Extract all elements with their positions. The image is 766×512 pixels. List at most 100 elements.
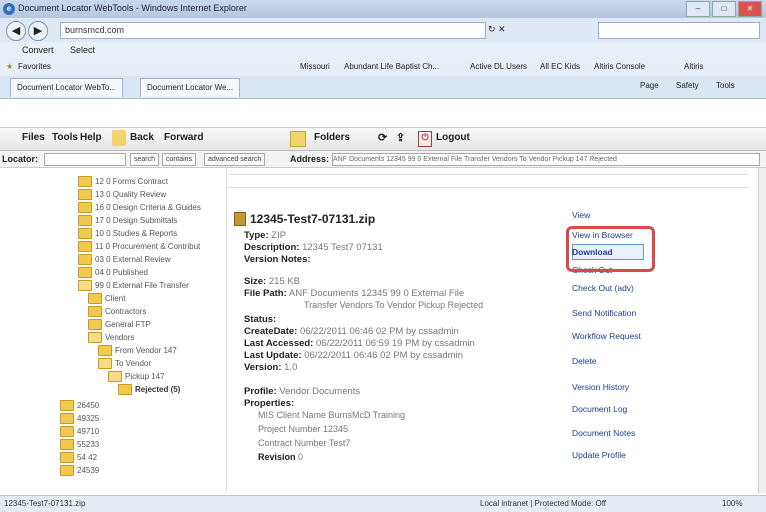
send-notification-link[interactable]: Send Notification [572,308,636,318]
refresh-icon[interactable]: ⟳ [378,131,387,144]
browser-tab[interactable]: Document Locator We... [140,78,241,97]
favorite-link[interactable]: Abundant Life Baptist Ch... [344,62,439,71]
description-row: Description: 12345 Test7 07131 [244,242,383,253]
folder-open-icon [88,332,102,343]
tree-item[interactable]: 10 0 Studies & Reports [78,228,177,239]
window-title: Document Locator WebTools - Windows Inte… [18,3,247,13]
document-detail-panel: 12345-Test7-07131.zip Type: ZIP Descript… [228,168,766,493]
folder-icon [78,176,92,187]
tree-item[interactable]: 24539 [60,465,99,476]
version-notes-row: Version Notes: [244,254,311,265]
tree-item[interactable]: 04 0 Published [78,267,148,278]
tree-item[interactable]: 55233 [60,439,99,450]
tree-item[interactable]: 17 0 Design Submittals [78,215,177,226]
last-accessed-row: Last Accessed: 06/22/2011 06:59 19 PM by… [244,338,475,349]
favorite-link[interactable]: Altiris Console [594,62,645,71]
tree-item[interactable]: 26450 [60,400,99,411]
tree-item[interactable]: Client [88,293,125,304]
view-link[interactable]: View [572,210,590,220]
tree-item[interactable]: 13 0 Quality Review [78,189,166,200]
tree-item[interactable]: 54 42 [60,452,97,463]
version-history-link[interactable]: Version History [572,382,629,392]
files-menu[interactable]: Files [22,132,45,143]
favorite-link[interactable]: Missouri [300,62,330,71]
favorites-button[interactable]: Favorites [18,62,51,71]
favorite-link[interactable]: All EC Kids [540,62,580,71]
tree-item[interactable]: Vendors [88,332,134,343]
folder-icon [88,306,102,317]
tree-item[interactable]: 12 0 Forms Contract [78,176,168,187]
back-arrow-icon[interactable]: ◀ [6,21,26,41]
help-menu[interactable]: Help [80,132,102,143]
safety-menu[interactable]: Safety [676,81,699,90]
file-title: 12345-Test7-07131.zip [234,212,375,226]
select-button[interactable]: Select [70,45,95,55]
file-path-continued: Transfer Vendors To Vendor Pickup Reject… [304,300,484,310]
url-field[interactable]: burnsmcd.com [60,22,486,39]
contains-button[interactable]: contains [162,153,197,166]
zoom-level[interactable]: 100% [722,499,742,508]
folder-icon [78,189,92,200]
forward-button[interactable]: Forward [164,132,203,143]
folder-icon [78,241,92,252]
workflow-request-link[interactable]: Workflow Request [572,331,641,341]
maximize-button[interactable]: □ [712,1,736,17]
tree-item[interactable]: Contractors [88,306,146,317]
tree-item[interactable]: 99 0 External File Transfer [78,280,189,291]
panel-header [228,174,748,188]
browser-command-row: Convert Select [0,42,766,58]
browser-search-input[interactable] [598,22,760,39]
tools-menu[interactable]: Tools [716,81,735,90]
delete-link[interactable]: Delete [572,356,597,366]
tree-item[interactable]: 16 0 Design Criteria & Guides [78,202,201,213]
folder-open-icon [78,280,92,291]
app-toolbar: Files Tools Help Back Forward Folders ⟳ … [0,127,766,151]
locator-label: Locator: [2,154,38,164]
favorite-link[interactable]: Altiris [684,62,704,71]
download-red-highlight-box [566,226,655,272]
document-notes-link[interactable]: Document Notes [572,428,635,438]
locator-input[interactable] [44,153,126,166]
back-button[interactable]: Back [130,132,154,143]
tree-item[interactable]: General FTP [88,319,151,330]
folder-icon [78,215,92,226]
folder-tree: 12 0 Forms Contract 13 0 Quality Review … [0,168,227,493]
status-row: Status: [244,314,277,325]
tree-item[interactable]: Pickup 147 [108,371,165,382]
tree-item[interactable]: From Vendor 147 [98,345,177,356]
tools-menu-app[interactable]: Tools [52,132,78,143]
minimize-button[interactable]: – [686,1,710,17]
tree-item[interactable]: 49325 [60,413,99,424]
close-button[interactable]: ✕ [738,1,762,17]
check-out-adv-link[interactable]: Check Out (adv) [572,283,634,293]
convert-button[interactable]: Convert [22,45,54,55]
tree-item-selected[interactable]: Rejected (5) [118,384,180,395]
forward-arrow-icon[interactable]: ▶ [28,21,48,41]
tree-item[interactable]: To Vendor [98,358,151,369]
tree-item[interactable]: 11 0 Procurement & Contribut [78,241,200,252]
folder-icon [78,254,92,265]
refresh-icon[interactable]: ↻ ✕ [488,24,506,35]
document-log-link[interactable]: Document Log [572,404,627,414]
tree-item[interactable]: 03 0 External Review [78,254,171,265]
folder-icon [88,319,102,330]
folders-button[interactable]: Folders [314,132,350,143]
page-menu[interactable]: Page [640,81,659,90]
property-item: Project Number 12345 [258,424,349,434]
status-bar: 12345-Test7-07131.zip Local intranet | P… [0,495,766,512]
folder-icon [60,400,74,411]
vertical-scrollbar[interactable] [758,168,766,493]
update-profile-link[interactable]: Update Profile [572,450,626,460]
browser-tab[interactable]: Document Locator WebTo... [10,78,124,97]
favorite-link[interactable]: Active DL Users [470,62,527,71]
folder-icon [78,228,92,239]
advanced-search-button[interactable]: advanced search [204,153,266,166]
file-path-row: File Path: ANF Documents 12345 99 0 Exte… [244,288,465,299]
logout-icon: ⏻ [418,131,432,147]
logout-button[interactable]: Logout [436,132,470,143]
search-button[interactable]: search [130,153,160,166]
folder-icon [88,293,102,304]
address-field[interactable]: ANF Documents 12345 99 0 External File T… [332,153,760,166]
upload-icon[interactable]: ⇪ [396,131,405,144]
tree-item[interactable]: 49710 [60,426,99,437]
